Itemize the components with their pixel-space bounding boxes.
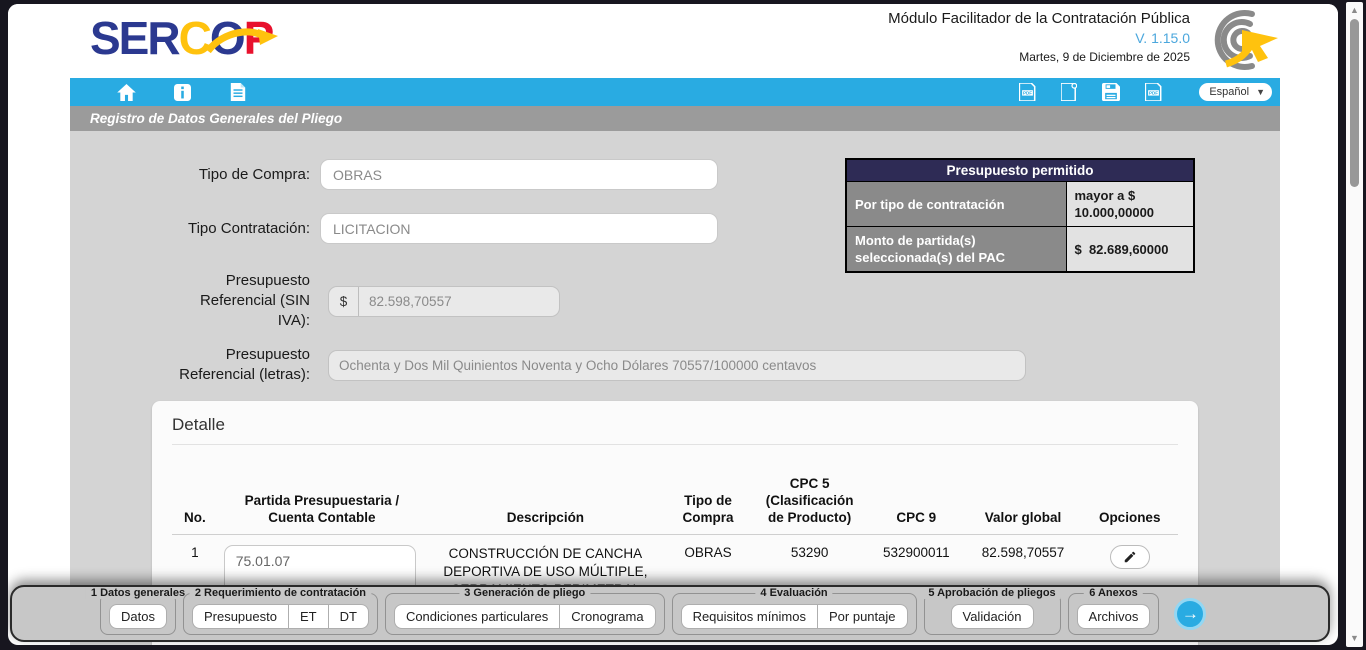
nav-group-legend: 5 Aprobación de pliegos (923, 587, 1060, 599)
nav-group-generacion-pliego: 3 Generación de pliego Condiciones parti… (385, 593, 665, 635)
language-select[interactable]: Español ▼ (1199, 83, 1272, 101)
col-header-partida: Partida Presupuestaria / Cuenta Contable (218, 471, 426, 535)
nav-group-legend: 6 Anexos (1084, 587, 1143, 599)
header: SERCOP Módulo Facilitador de la Contrata… (8, 4, 1338, 78)
col-header-descripcion: Descripción (426, 471, 665, 535)
chevron-down-icon: ▼ (1256, 87, 1265, 97)
presupuesto-sin-iva-value: 82.598,70557 (359, 294, 462, 309)
currency-prefix: $ (329, 287, 359, 316)
scroll-up-icon[interactable]: ▲ (1346, 5, 1363, 15)
right-arrow-icon: → (1182, 604, 1199, 624)
form-row-presupuesto-sin-iva: Presupuesto Referencial (SIN IVA): $ 82.… (70, 271, 560, 331)
date-label: Martes, 9 de Diciembre de 2025 (888, 48, 1190, 67)
logo-text-ser: SER (90, 12, 179, 64)
nav-group-legend: 1 Datos generales (86, 587, 190, 599)
presupuesto-permitido-title: Presupuesto permitido (846, 159, 1194, 182)
cronograma-button[interactable]: Cronograma (560, 604, 655, 629)
col-header-opciones: Opciones (1081, 471, 1178, 535)
app-title: Módulo Facilitador de la Contratación Pú… (888, 9, 1190, 29)
save-icon[interactable] (1101, 82, 1121, 102)
version-label: V. 1.15.0 (888, 29, 1190, 48)
presupuesto-sin-iva-label: Presupuesto Referencial (SIN IVA): (70, 271, 310, 331)
tipo-compra-input[interactable]: OBRAS (320, 159, 718, 190)
nav-group-datos-generales: 1 Datos generales Datos (100, 593, 176, 635)
toolbar-right-icons: PDF PDF Español ▼ (1017, 82, 1280, 102)
nav-group-aprobacion-pliegos: 5 Aprobación de pliegos Validación (924, 593, 1061, 635)
app-title-block: Módulo Facilitador de la Contratación Pú… (888, 9, 1190, 67)
col-header-cpc9: CPC 9 (868, 471, 965, 535)
document-lines-icon[interactable] (228, 82, 248, 102)
tipo-contratacion-label: Tipo Contratación: (70, 219, 310, 239)
presupuesto-button[interactable]: Presupuesto (192, 604, 289, 629)
scroll-down-icon[interactable]: ▼ (1346, 633, 1363, 643)
validacion-button[interactable]: Validación (951, 604, 1034, 629)
svg-text:PDF: PDF (1149, 91, 1158, 96)
presupuesto-sin-iva-input: $ 82.598,70557 (328, 286, 560, 317)
edit-row-button[interactable] (1110, 545, 1150, 569)
bottom-navigation-bar: 1 Datos generales Datos 2 Requerimiento … (10, 585, 1330, 642)
scrollbar[interactable]: ▲ ▼ (1346, 2, 1363, 647)
col-header-no: No. (172, 471, 218, 535)
form-row-presupuesto-letras: Presupuesto Referencial (letras): Ochent… (70, 345, 1026, 385)
cursor-arcs-logo-icon (1196, 8, 1284, 77)
new-document-icon[interactable] (1059, 82, 1079, 102)
pp-row-value: mayor a $ 10.000,00000 (1066, 182, 1194, 227)
presupuesto-letras-label: Presupuesto Referencial (letras): (70, 345, 310, 385)
requisitos-minimos-button[interactable]: Requisitos mínimos (681, 604, 818, 629)
svg-text:PDF: PDF (1023, 91, 1032, 96)
logo-text-c: C (179, 12, 210, 64)
home-icon[interactable] (116, 82, 136, 102)
condiciones-particulares-button[interactable]: Condiciones particulares (394, 604, 560, 629)
col-header-tipo-compra: Tipo de Compra (665, 471, 751, 535)
app-window: SERCOP Módulo Facilitador de la Contrata… (8, 4, 1338, 645)
info-icon[interactable] (172, 82, 192, 102)
toolbar-left-icons (70, 82, 248, 102)
presupuesto-permitido-table: Presupuesto permitido Por tipo de contra… (845, 158, 1195, 273)
pp-row-value: $ 82.689,60000 (1066, 227, 1194, 273)
main-toolbar: PDF PDF Español ▼ (70, 78, 1280, 106)
col-header-cpc5: CPC 5 (Clasificación de Producto) (751, 471, 868, 535)
next-arrow-button[interactable]: → (1174, 598, 1206, 630)
nav-group-legend: 4 Evaluación (755, 587, 832, 599)
nav-group-requerimiento: 2 Requerimiento de contratación Presupue… (183, 593, 378, 635)
col-header-valor-global: Valor global (965, 471, 1082, 535)
por-puntaje-button[interactable]: Por puntaje (818, 604, 908, 629)
nav-group-legend: 2 Requerimiento de contratación (190, 587, 371, 599)
tipo-contratacion-input[interactable]: LICITACION (320, 213, 718, 244)
nav-group-legend: 3 Generación de pliego (459, 587, 590, 599)
et-button[interactable]: ET (289, 604, 329, 629)
nav-group-evaluacion: 4 Evaluación Requisitos mínimos Por punt… (672, 593, 917, 635)
page-title: Registro de Datos Generales del Pliego (90, 111, 342, 126)
pp-row-label: Monto de partida(s) seleccionada(s) del … (846, 227, 1066, 273)
scrollbar-thumb[interactable] (1350, 19, 1359, 187)
page-title-bar: Registro de Datos Generales del Pliego (70, 106, 1280, 131)
tipo-compra-label: Tipo de Compra: (70, 165, 310, 185)
sercop-logo: SERCOP (90, 12, 272, 64)
dt-button[interactable]: DT (329, 604, 369, 629)
form-row-tipo-contratacion: Tipo Contratación: LICITACION (70, 213, 718, 244)
archivos-button[interactable]: Archivos (1077, 604, 1151, 629)
pdf-icon[interactable]: PDF (1143, 82, 1163, 102)
detalle-title: Detalle (172, 415, 1178, 445)
logo-text-o: O (210, 12, 244, 64)
pencil-icon (1123, 550, 1137, 564)
content-area: Tipo de Compra: OBRAS Tipo Contratación:… (70, 131, 1280, 645)
form-row-tipo-compra: Tipo de Compra: OBRAS (70, 159, 718, 190)
logo-text-p: P (244, 12, 273, 64)
datos-button[interactable]: Datos (109, 604, 167, 629)
presupuesto-letras-value: Ochenta y Dos Mil Quinientos Noventa y O… (329, 358, 826, 373)
pp-row-label: Por tipo de contratación (846, 182, 1066, 227)
nav-group-anexos: 6 Anexos Archivos (1068, 593, 1160, 635)
pdf-export-icon[interactable]: PDF (1017, 82, 1037, 102)
language-select-value: Español (1209, 86, 1249, 98)
